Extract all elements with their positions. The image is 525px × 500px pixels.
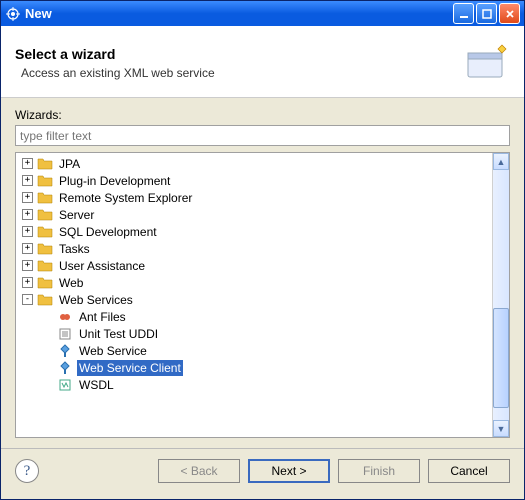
wizard-banner-icon bbox=[462, 39, 510, 87]
tree-folder[interactable]: + Plug-in Development bbox=[18, 172, 490, 189]
next-button[interactable]: Next > bbox=[248, 459, 330, 483]
dialog-header: Select a wizard Access an existing XML w… bbox=[1, 26, 524, 98]
folder-icon bbox=[37, 242, 53, 256]
tree-item-label: Web Service bbox=[77, 343, 149, 359]
tree-item[interactable]: Web Service Client bbox=[18, 359, 490, 376]
tree-folder[interactable]: + User Assistance bbox=[18, 257, 490, 274]
dialog-footer: ? < Back Next > Finish Cancel bbox=[1, 448, 524, 499]
tree-folder[interactable]: + Tasks bbox=[18, 240, 490, 257]
expand-icon[interactable]: + bbox=[22, 175, 33, 186]
wizard-tree[interactable]: + JPA + Plug-in Development + Remote System E… bbox=[16, 153, 492, 437]
tree-item-label: Ant Files bbox=[77, 309, 128, 325]
tree-item[interactable]: Unit Test UDDI bbox=[18, 325, 490, 342]
back-button[interactable]: < Back bbox=[158, 459, 240, 483]
uddi-icon bbox=[57, 327, 73, 341]
folder-icon bbox=[37, 157, 53, 171]
web-service-icon bbox=[57, 344, 73, 358]
tree-folder-label: Plug-in Development bbox=[57, 173, 172, 189]
dialog-window: New Select a wizard Access an existing X… bbox=[0, 0, 525, 500]
web-service-icon bbox=[57, 361, 73, 375]
tree-spacer bbox=[42, 345, 53, 356]
tree-folder[interactable]: + Remote System Explorer bbox=[18, 189, 490, 206]
folder-icon bbox=[37, 208, 53, 222]
tree-folder-label: Tasks bbox=[57, 241, 92, 257]
folder-icon bbox=[37, 293, 53, 307]
tree-folder-label: JPA bbox=[57, 156, 82, 172]
tree-item-label: Unit Test UDDI bbox=[77, 326, 160, 342]
folder-icon bbox=[37, 276, 53, 290]
tree-item-label: Web Service Client bbox=[77, 360, 183, 376]
expand-icon[interactable]: + bbox=[22, 277, 33, 288]
tree-folder[interactable]: + Server bbox=[18, 206, 490, 223]
tree-spacer bbox=[42, 311, 53, 322]
expand-icon[interactable]: + bbox=[22, 243, 33, 254]
expand-icon[interactable]: + bbox=[22, 226, 33, 237]
cancel-button[interactable]: Cancel bbox=[428, 459, 510, 483]
expand-icon[interactable]: + bbox=[22, 192, 33, 203]
app-icon bbox=[5, 6, 21, 22]
dialog-body: Wizards + JPA + Plug-in Development + Remote … bbox=[1, 98, 524, 448]
folder-icon bbox=[37, 259, 53, 273]
folder-icon bbox=[37, 225, 53, 239]
maximize-button[interactable] bbox=[476, 3, 497, 24]
folder-icon bbox=[37, 174, 53, 188]
tree-folder[interactable]: + JPA bbox=[18, 155, 490, 172]
tree-spacer bbox=[42, 379, 53, 390]
scroll-track[interactable] bbox=[493, 170, 509, 420]
filter-input[interactable] bbox=[15, 125, 510, 146]
tree-spacer bbox=[42, 328, 53, 339]
minimize-button[interactable] bbox=[453, 3, 474, 24]
tree-item[interactable]: Ant Files bbox=[18, 308, 490, 325]
tree-spacer bbox=[42, 362, 53, 373]
tree-container: + JPA + Plug-in Development + Remote System E… bbox=[15, 152, 510, 438]
scroll-down-button[interactable]: ▼ bbox=[493, 420, 509, 437]
wsdl-icon bbox=[57, 378, 73, 392]
tree-folder-label: Web bbox=[57, 275, 85, 291]
window-title: New bbox=[25, 6, 453, 21]
tree-folder-label: User Assistance bbox=[57, 258, 147, 274]
close-button[interactable] bbox=[499, 3, 520, 24]
wizards-label: Wizards bbox=[15, 108, 510, 122]
expand-icon[interactable]: + bbox=[22, 158, 33, 169]
tree-folder-label: Web Services bbox=[57, 292, 135, 308]
folder-icon bbox=[37, 191, 53, 205]
expand-icon[interactable]: + bbox=[22, 260, 33, 271]
scroll-up-button[interactable]: ▲ bbox=[493, 153, 509, 170]
page-description: Access an existing XML web service bbox=[15, 66, 462, 80]
tree-folder-label: Remote System Explorer bbox=[57, 190, 194, 206]
scroll-thumb[interactable] bbox=[493, 308, 509, 408]
page-title: Select a wizard bbox=[15, 46, 462, 62]
vertical-scrollbar[interactable]: ▲ ▼ bbox=[492, 153, 509, 437]
tree-folder-label: SQL Development bbox=[57, 224, 159, 240]
tree-folder-label: Server bbox=[57, 207, 96, 223]
tree-folder[interactable]: + Web bbox=[18, 274, 490, 291]
titlebar[interactable]: New bbox=[1, 1, 524, 26]
tree-folder-expanded[interactable]: - Web Services bbox=[18, 291, 490, 308]
expand-icon[interactable]: + bbox=[22, 209, 33, 220]
tree-item-label: WSDL bbox=[77, 377, 116, 393]
finish-button[interactable]: Finish bbox=[338, 459, 420, 483]
tree-item[interactable]: WSDL bbox=[18, 376, 490, 393]
ant-file-icon bbox=[57, 310, 73, 324]
collapse-icon[interactable]: - bbox=[22, 294, 33, 305]
tree-folder[interactable]: + SQL Development bbox=[18, 223, 490, 240]
help-button[interactable]: ? bbox=[15, 459, 39, 483]
tree-item[interactable]: Web Service bbox=[18, 342, 490, 359]
